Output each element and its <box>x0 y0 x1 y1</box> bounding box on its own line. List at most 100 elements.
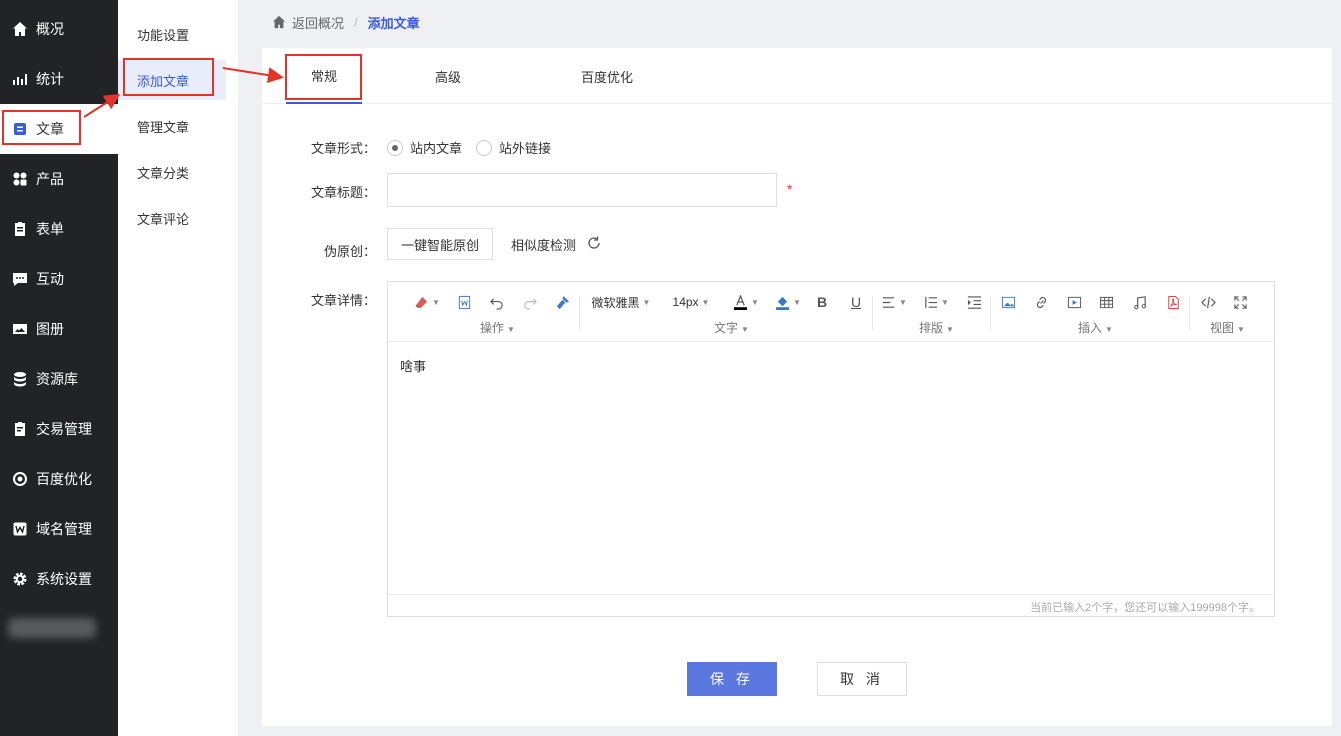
editor-text: 啥事 <box>400 359 427 374</box>
toolbar-divider <box>579 296 580 330</box>
font-family-select[interactable]: 微软雅黑 ▼ <box>588 292 654 312</box>
word-import-button[interactable] <box>454 292 474 312</box>
format-painter-button[interactable] <box>552 292 572 312</box>
insert-video-button[interactable] <box>1064 292 1084 312</box>
source-code-button[interactable] <box>1196 292 1220 312</box>
chevron-down-icon: ▼ <box>751 297 759 307</box>
sidebar-item-label: 产品 <box>36 171 64 187</box>
tab-baidu-seo[interactable]: 百度优化 <box>567 48 647 104</box>
tab-general[interactable]: 常规 <box>286 48 362 104</box>
font-family-value: 微软雅黑 <box>591 295 640 310</box>
chevron-down-icon: ▼ <box>741 325 749 334</box>
save-button[interactable]: 保 存 <box>687 662 777 696</box>
code-icon <box>1200 296 1216 308</box>
indent-icon <box>967 295 981 309</box>
subnav-item-manage-articles[interactable]: 管理文章 <box>118 106 226 146</box>
toolbar-group-layout[interactable]: 排版 ▼ <box>919 319 954 336</box>
underline-button[interactable]: U <box>846 292 866 312</box>
bold-button[interactable]: B <box>812 292 832 312</box>
sidebar-item-label: 统计 <box>36 71 64 87</box>
toolbar-divider <box>872 296 873 330</box>
pdf-icon <box>1167 295 1179 309</box>
refresh-icon[interactable] <box>586 235 602 251</box>
editor-content-area[interactable]: 啥事 <box>388 342 1274 594</box>
order-icon <box>15 422 25 436</box>
pseudo-original-label: 伪原创： <box>323 244 376 259</box>
sidebar-item-baidu-seo[interactable]: 百度优化 <box>0 454 118 504</box>
sidebar-item-overview[interactable]: 概况 <box>0 4 118 54</box>
article-type-label: 文章形式： <box>310 141 376 156</box>
sidebar-item-settings[interactable]: 系统设置 <box>0 554 118 604</box>
video-icon <box>1067 296 1081 308</box>
database-icon <box>14 372 26 387</box>
toolbar-group-insert[interactable]: 插入 ▼ <box>1078 319 1113 336</box>
insert-image-button[interactable] <box>998 292 1018 312</box>
article-title-label: 文章标题： <box>310 185 376 200</box>
sidebar-item-domains[interactable]: 域名管理 <box>0 504 118 554</box>
group-label: 文字 <box>714 321 739 335</box>
radio-external-link[interactable]: 站外链接 <box>476 138 551 157</box>
toolbar-group-view[interactable]: 视图 ▼ <box>1210 319 1245 336</box>
sidebar-item-article[interactable]: 文章 <box>0 104 118 154</box>
sidebar: 概况 统计 文章 产品 表单 互动 图册 资源库 交易管理 百度优化 域名管理 <box>0 0 118 736</box>
undo-icon <box>489 297 503 310</box>
insert-music-button[interactable] <box>1130 292 1150 312</box>
chevron-down-icon: ▼ <box>793 297 801 307</box>
line-spacing-button[interactable]: ▼ <box>920 292 952 312</box>
sidebar-item-products[interactable]: 产品 <box>0 154 118 204</box>
sidebar-item-label: 域名管理 <box>36 521 92 537</box>
sidebar-item-forms[interactable]: 表单 <box>0 204 118 254</box>
eraser-button[interactable]: ▼ <box>412 292 442 312</box>
tab-bar: 常规 高级 百度优化 <box>262 48 1332 104</box>
insert-table-button[interactable] <box>1096 292 1116 312</box>
insert-pdf-button[interactable] <box>1163 292 1183 312</box>
fullscreen-button[interactable] <box>1230 292 1250 312</box>
indent-button[interactable] <box>964 292 984 312</box>
chevron-down-icon: ▼ <box>899 297 907 307</box>
sidebar-item-label: 系统设置 <box>36 571 92 587</box>
subnav-item-add-article[interactable]: 添加文章 <box>118 60 226 100</box>
subnav: 功能设置 添加文章 管理文章 文章分类 文章评论 <box>118 0 238 736</box>
toolbar-group-operations[interactable]: 操作 ▼ <box>480 319 515 336</box>
sidebar-item-interaction[interactable]: 互动 <box>0 254 118 304</box>
group-label: 插入 <box>1078 321 1103 335</box>
table-icon <box>1099 296 1113 308</box>
article-title-input[interactable] <box>387 173 777 207</box>
undo-button[interactable] <box>486 292 506 312</box>
font-size-select[interactable]: 14px ▼ <box>664 292 718 312</box>
align-left-icon <box>882 296 895 308</box>
chevron-down-icon: ▼ <box>642 297 651 307</box>
redo-button[interactable] <box>520 292 540 312</box>
breadcrumb-back-label: 返回概况 <box>292 15 345 31</box>
cancel-button[interactable]: 取 消 <box>817 662 907 696</box>
background-color-button[interactable]: ▼ <box>770 292 806 312</box>
insert-link-button[interactable] <box>1031 292 1051 312</box>
chevron-down-icon: ▼ <box>1237 325 1245 334</box>
subnav-item-feature-settings[interactable]: 功能设置 <box>118 14 226 54</box>
sidebar-item-label: 互动 <box>36 271 64 287</box>
sidebar-item-statistics[interactable]: 统计 <box>0 54 118 104</box>
similarity-check-link[interactable]: 相似度检测 <box>511 235 576 254</box>
align-button[interactable]: ▼ <box>878 292 910 312</box>
sidebar-item-resources[interactable]: 资源库 <box>0 354 118 404</box>
smart-rewrite-button[interactable]: 一键智能原创 <box>387 228 493 260</box>
article-detail-label: 文章详情： <box>310 293 376 308</box>
radio-dot <box>476 139 492 156</box>
subnav-item-article-comments[interactable]: 文章评论 <box>118 198 226 238</box>
chevron-down-icon: ▼ <box>432 297 440 307</box>
subnav-item-article-categories[interactable]: 文章分类 <box>118 152 226 192</box>
bold-icon: B <box>816 294 828 310</box>
sidebar-item-label: 资源库 <box>36 371 78 387</box>
grid-icon <box>13 172 27 186</box>
sidebar-item-label: 概况 <box>36 21 64 37</box>
toolbar-divider <box>990 296 991 330</box>
chevron-down-icon: ▼ <box>946 325 954 334</box>
toolbar-group-text[interactable]: 文字 ▼ <box>714 319 749 336</box>
radio-internal-article[interactable]: 站内文章 <box>387 138 462 157</box>
sidebar-item-orders[interactable]: 交易管理 <box>0 404 118 454</box>
breadcrumb-back-link[interactable]: 返回概况 <box>272 13 344 32</box>
tab-advanced[interactable]: 高级 <box>412 48 484 104</box>
chevron-down-icon: ▼ <box>507 325 515 334</box>
sidebar-item-gallery[interactable]: 图册 <box>0 304 118 354</box>
font-color-button[interactable]: ▼ <box>728 292 764 312</box>
